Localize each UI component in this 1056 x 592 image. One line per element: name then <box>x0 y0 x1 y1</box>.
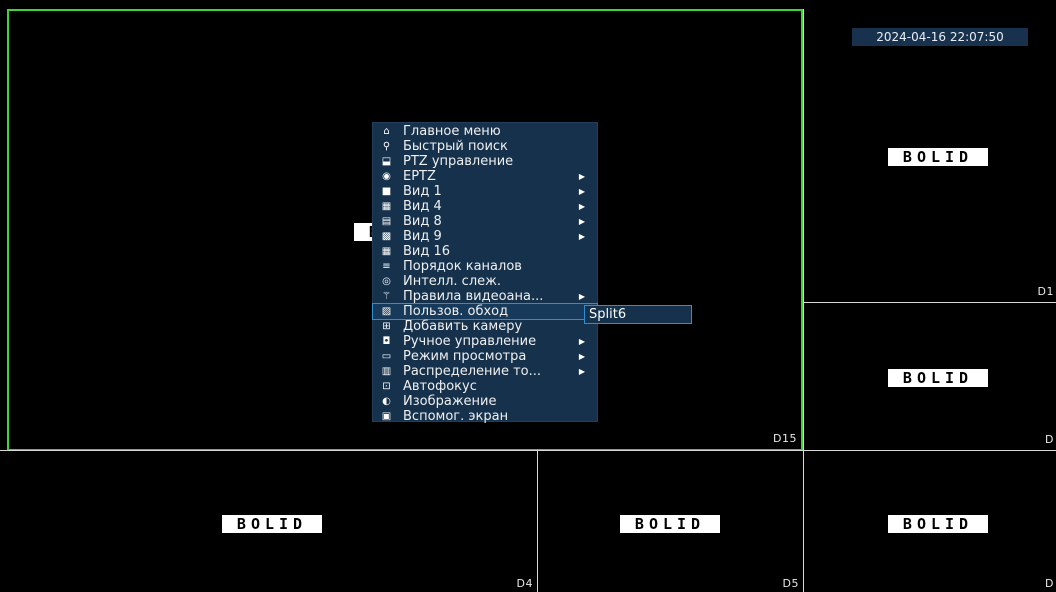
camera-view-right-mid[interactable]: BOLID D <box>804 303 1056 450</box>
menu-item[interactable]: ▣ Вспомог. экран <box>373 409 597 424</box>
camera-view-bottom-mid[interactable]: BOLID D5 <box>538 451 803 592</box>
menu-item-label: Порядок каналов <box>403 259 522 274</box>
menu-item-label: Режим просмотра <box>403 349 527 364</box>
ptz-icon: ⬓ <box>381 156 392 167</box>
channel-label: D1 <box>1037 285 1054 298</box>
channel-label: D4 <box>516 577 533 590</box>
menu-item[interactable]: ■ Вид 1 ▶ <box>373 184 597 199</box>
submenu-arrow-icon: ▶ <box>578 367 585 376</box>
menu-item[interactable]: ◎ Интелл. слеж. <box>373 274 597 289</box>
distribution-icon: ▥ <box>381 366 392 377</box>
menu-item[interactable]: ⚚ Правила видеоана... ▶ <box>373 289 597 304</box>
menu-item-label: Вид 16 <box>403 244 451 259</box>
image-icon: ◐ <box>382 396 391 407</box>
menu-item[interactable]: ▤ Вид 8 ▶ <box>373 214 597 229</box>
menu-item[interactable]: ▥ Распределение то... ▶ <box>373 364 597 379</box>
channel-order-icon: ≡ <box>382 261 391 272</box>
view16-icon: ▦ <box>381 246 392 257</box>
menu-item[interactable]: ▦ Вид 16 <box>373 244 597 259</box>
menu-item-label: Автофокус <box>403 379 477 394</box>
view4-icon: ▦ <box>381 201 392 212</box>
submenu-arrow-icon: ▶ <box>578 202 585 211</box>
autofocus-icon: ⊡ <box>382 381 391 392</box>
menu-item[interactable]: ⬓ PTZ управление <box>373 154 597 169</box>
menu-item-label: Вид 1 <box>403 184 442 199</box>
menu-item[interactable]: ◘ Ручное управление ▶ <box>373 334 597 349</box>
submenu-arrow-icon: ▶ <box>578 352 585 361</box>
submenu-arrow-icon: ▶ <box>578 172 585 181</box>
submenu-arrow-icon: ▶ <box>578 292 585 301</box>
submenu-arrow-icon: ▶ <box>578 232 585 241</box>
smart-track-icon: ◎ <box>382 276 391 287</box>
view9-icon: ▩ <box>381 231 392 242</box>
view8-icon: ▤ <box>381 216 392 227</box>
menu-item-label: Ручное управление <box>403 334 537 349</box>
bolid-logo: BOLID <box>222 515 322 533</box>
channel-label: D <box>1045 577 1054 590</box>
menu-item-label: Быстрый поиск <box>403 139 508 154</box>
menu-item-label: Правила видеоана... <box>403 289 544 304</box>
view1-icon: ■ <box>381 186 392 197</box>
menu-item-label: Изображение <box>403 394 497 409</box>
bolid-logo: BOLID <box>888 369 988 387</box>
aux-screen-icon: ▣ <box>381 411 392 422</box>
menu-item-label: Вспомог. экран <box>403 409 509 424</box>
camera-view-right-top[interactable]: BOLID D1 <box>804 9 1056 302</box>
menu-item[interactable]: ▭ Режим просмотра ▶ <box>373 349 597 364</box>
channel-label: D <box>1045 433 1054 446</box>
submenu-arrow-icon: ▶ <box>578 187 585 196</box>
menu-item-label: Пользов. обход <box>403 304 509 319</box>
context-menu: ⌂ Главное меню ⚲ Быстрый поиск ⬓ PTZ управлен… <box>372 122 598 424</box>
grid-divider <box>803 9 804 450</box>
manual-control-icon: ◘ <box>382 336 391 347</box>
camera-view-bottom-right[interactable]: BOLID D <box>804 451 1056 592</box>
menu-item-label: Распределение то... <box>403 364 541 379</box>
bolid-logo: BOLID <box>888 148 988 166</box>
channel-label: D15 <box>773 432 797 445</box>
bolid-logo: BOLID <box>888 515 988 533</box>
menu-item[interactable]: ◉ EPTZ ▶ <box>373 169 597 184</box>
menu-item[interactable]: ⌂ Главное меню <box>373 124 597 139</box>
camera-view-bottom-left[interactable]: BOLID D4 <box>0 451 537 592</box>
tour-icon: ▨ <box>381 306 392 317</box>
search-icon: ⚲ <box>382 141 391 152</box>
menu-item-label: Добавить камеру <box>403 319 523 334</box>
video-analytics-icon: ⚚ <box>382 291 391 302</box>
menu-item[interactable]: ⊡ Автофокус <box>373 379 597 394</box>
menu-item[interactable]: ▩ Вид 9 ▶ <box>373 229 597 244</box>
menu-item[interactable]: ⚲ Быстрый поиск <box>373 139 597 154</box>
menu-item-label: EPTZ <box>403 169 436 184</box>
menu-item-label: Вид 4 <box>403 199 442 214</box>
submenu-arrow-icon: ▶ <box>578 337 585 346</box>
add-camera-icon: ⊞ <box>382 321 391 332</box>
menu-item[interactable]: ⊞ Добавить камеру <box>373 319 597 334</box>
menu-item-label: PTZ управление <box>403 154 514 169</box>
bolid-logo: BOLID <box>620 515 720 533</box>
eptz-icon: ◉ <box>382 171 391 182</box>
view-mode-icon: ▭ <box>381 351 392 362</box>
submenu-arrow-icon: ▶ <box>578 217 585 226</box>
menu-item-label: Вид 9 <box>403 229 442 244</box>
menu-item-label: Интелл. слеж. <box>403 274 501 289</box>
menu-item[interactable]: ▦ Вид 4 ▶ <box>373 199 597 214</box>
home-icon: ⌂ <box>383 126 390 137</box>
menu-item[interactable]: ◐ Изображение <box>373 394 597 409</box>
menu-item-label: Главное меню <box>403 124 501 139</box>
timestamp-overlay: 2024-04-16 22:07:50 <box>852 28 1028 46</box>
menu-item[interactable]: ▨ Пользов. обход <box>372 303 598 320</box>
channel-label: D5 <box>782 577 799 590</box>
menu-item[interactable]: ≡ Порядок каналов <box>373 259 597 274</box>
menu-item-label: Вид 8 <box>403 214 442 229</box>
